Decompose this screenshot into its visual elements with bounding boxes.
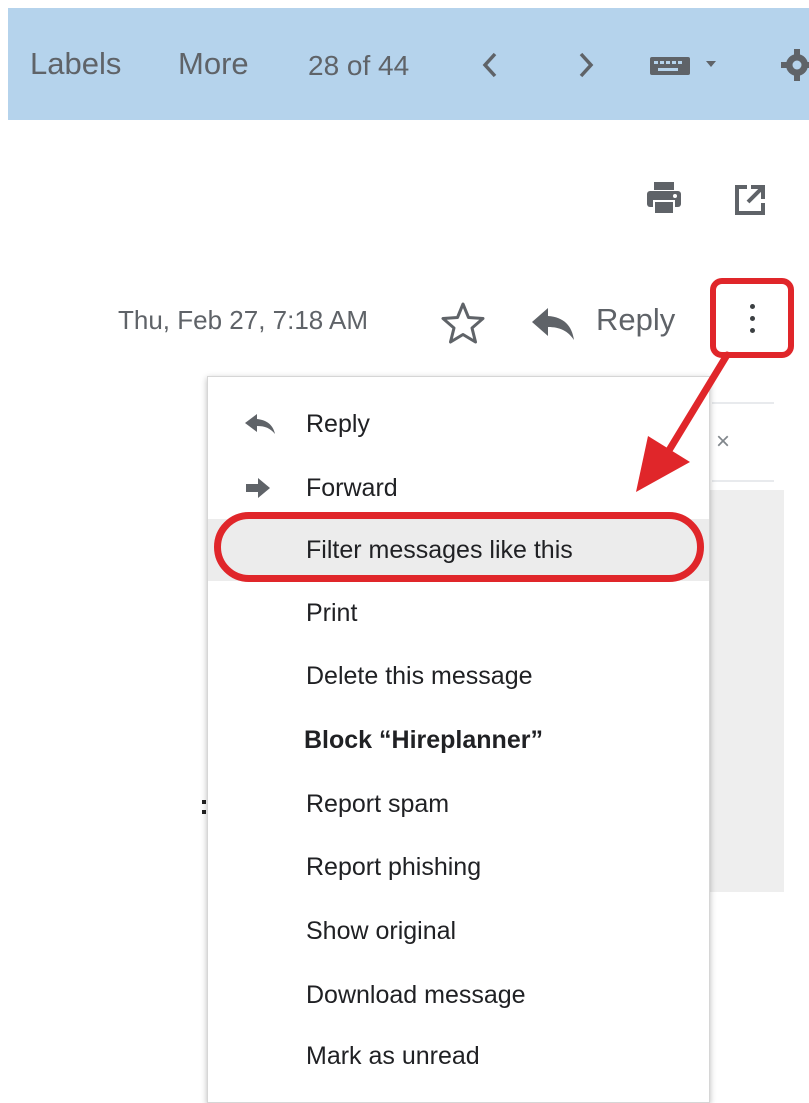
chevron-left-icon[interactable]	[474, 48, 508, 82]
message-position-counter: 28 of 44	[308, 50, 410, 81]
message-date: Thu, Feb 27, 7:18 AM	[118, 305, 369, 335]
labels-menu-button[interactable]: Labels	[30, 48, 121, 79]
menu-item-print[interactable]: Print	[208, 582, 709, 644]
menu-item-download-message[interactable]: Download message	[208, 964, 709, 1026]
forward-icon	[244, 473, 278, 503]
menu-item-label: Report phishing	[306, 852, 482, 881]
menu-item-label: Reply	[306, 409, 370, 438]
menu-item-filter-messages[interactable]: Filter messages like this	[208, 519, 709, 581]
more-vert-icon	[749, 303, 755, 333]
menu-item-label: Mark as unread	[306, 1041, 480, 1070]
menu-item-label: Download message	[306, 980, 526, 1009]
background-fragment	[202, 800, 206, 814]
more-options-button[interactable]	[710, 278, 794, 358]
print-icon[interactable]	[644, 178, 684, 218]
message-options-menu: Reply Forward Filter messages like this …	[207, 376, 710, 1103]
background-divider	[712, 480, 774, 482]
menu-item-label: Delete this message	[306, 661, 533, 690]
keyboard-icon[interactable]	[644, 48, 724, 82]
close-icon[interactable]: ×	[716, 428, 730, 456]
star-icon[interactable]	[440, 300, 486, 346]
menu-item-mark-as-unread[interactable]: Mark as unread	[208, 1025, 709, 1087]
menu-item-report-spam[interactable]: Report spam	[208, 773, 709, 835]
menu-item-label: Block “Hireplanner”	[304, 725, 543, 754]
dropdown-caret-icon	[706, 61, 716, 67]
background-panel	[708, 490, 784, 892]
menu-item-report-phishing[interactable]: Report phishing	[208, 836, 709, 898]
reply-icon	[244, 409, 278, 439]
menu-item-label: Print	[306, 598, 358, 627]
background-divider	[712, 402, 774, 404]
menu-item-label: Report spam	[306, 789, 450, 818]
gear-icon[interactable]	[780, 48, 809, 82]
menu-item-reply[interactable]: Reply	[208, 393, 709, 455]
menu-item-label: Filter messages like this	[306, 535, 573, 564]
more-menu-button[interactable]: More	[178, 48, 249, 79]
menu-item-forward[interactable]: Forward	[208, 457, 709, 519]
chevron-right-icon[interactable]	[568, 48, 602, 82]
menu-item-show-original[interactable]: Show original	[208, 900, 709, 962]
reply-button[interactable]: Reply	[596, 302, 675, 338]
menu-item-delete[interactable]: Delete this message	[208, 645, 709, 707]
menu-item-label: Forward	[306, 473, 398, 502]
open-in-new-window-icon[interactable]	[730, 180, 770, 220]
reply-icon[interactable]	[530, 304, 576, 344]
menu-item-block-sender[interactable]: Block “Hireplanner”	[208, 709, 709, 771]
menu-item-label: Show original	[306, 916, 457, 945]
top-toolbar: Labels More 28 of 44	[8, 8, 809, 120]
